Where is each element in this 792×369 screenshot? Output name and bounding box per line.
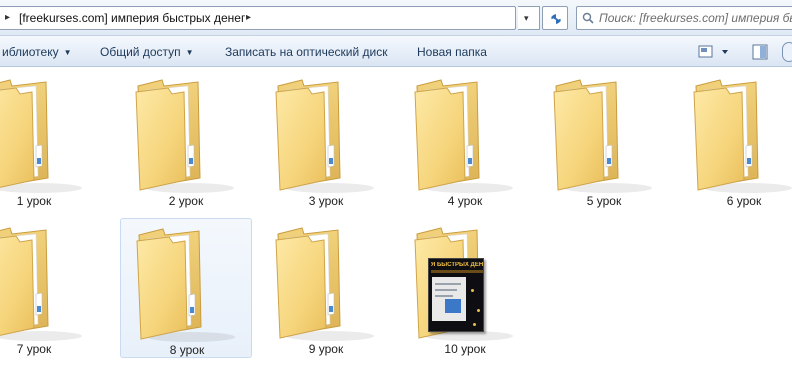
folder-icon: [0, 79, 82, 193]
view-options-button[interactable]: [698, 43, 734, 61]
refresh-button[interactable]: [542, 6, 568, 30]
thumbnail-line: [435, 289, 457, 291]
folder-icon: [136, 228, 235, 342]
folder-label: 4 урок: [447, 194, 483, 208]
folder-label: 3 урок: [308, 194, 344, 208]
file-list-view: 1 урок 2 урок 3 урок 4 урок 5 урок 6 уро…: [0, 68, 792, 369]
thumbnail-block: [445, 299, 461, 313]
preview-pane-button[interactable]: [750, 42, 770, 62]
breadcrumb-lead-arrow-icon[interactable]: ▸: [5, 12, 10, 23]
view-options-icon: [698, 45, 728, 58]
folder-label: 6 урок: [726, 194, 762, 208]
share-with-button[interactable]: Общий доступ ▼: [100, 45, 194, 59]
folder-label: 7 урок: [16, 342, 52, 356]
burn-to-disc-button[interactable]: Записать на оптический диск: [225, 45, 388, 59]
new-folder-button[interactable]: Новая папка: [417, 45, 487, 59]
folder-label: 9 урок: [308, 342, 344, 356]
chevron-down-icon: ▾: [524, 13, 529, 23]
preview-pane-icon: [752, 44, 768, 60]
thumbnail-bar: [431, 270, 483, 273]
thumbnail-preview-image: Я БЫСТРЫХ ДЕНЕ: [428, 258, 484, 332]
thumbnail-line: [435, 283, 461, 285]
search-icon: [582, 12, 594, 27]
folder-item[interactable]: 2 урок: [120, 70, 252, 210]
thumbnail-title: Я БЫСТРЫХ ДЕНЕ: [431, 262, 483, 268]
folder-item[interactable]: 5 урок: [538, 70, 670, 210]
folder-icon: [275, 79, 374, 193]
breadcrumb-path[interactable]: [freekurses.com] империя быстрых денег: [19, 11, 245, 25]
folder-item[interactable]: 3 урок: [260, 70, 392, 210]
thumbnail-dot: [471, 289, 474, 292]
command-toolbar: иблиотеку ▼ Общий доступ ▼ Записать на опт…: [0, 36, 792, 67]
folder-label: 10 урок: [444, 342, 486, 356]
add-to-library-label: иблиотеку: [2, 45, 59, 59]
add-to-library-button[interactable]: иблиотеку ▼: [2, 45, 72, 59]
help-button[interactable]: [782, 42, 792, 62]
address-history-dropdown[interactable]: ▾: [518, 6, 540, 30]
folder-icon: [553, 79, 652, 193]
breadcrumb-trail-arrow-icon[interactable]: ▸: [246, 12, 251, 23]
thumbnail-dot: [473, 323, 476, 326]
chevron-down-icon: ▼: [63, 48, 72, 57]
folder-item[interactable]: 8 урок: [120, 218, 252, 358]
folder-label: 1 урок: [16, 194, 52, 208]
folder-icon: [275, 227, 374, 341]
address-bar[interactable]: ▸ [freekurses.com] империя быстрых денег…: [0, 6, 516, 30]
search-input[interactable]: [599, 9, 792, 27]
share-with-label: Общий доступ: [100, 45, 181, 59]
thumbnail-line: [435, 295, 453, 297]
folder-icon: [0, 227, 82, 341]
folder-item[interactable]: 4 урок: [399, 70, 531, 210]
thumbnail-dot: [477, 309, 480, 312]
folder-item[interactable]: 9 урок: [260, 218, 392, 358]
folder-icon: [414, 79, 513, 193]
chevron-down-icon: ▼: [185, 48, 194, 57]
address-row: ▸ [freekurses.com] империя быстрых денег…: [0, 0, 792, 36]
refresh-icon: [551, 14, 561, 24]
folder-label: 2 урок: [168, 194, 204, 208]
folder-item[interactable]: 6 урок: [678, 70, 792, 210]
folder-label: 5 урок: [586, 194, 622, 208]
burn-to-disc-label: Записать на оптический диск: [225, 45, 388, 59]
search-box[interactable]: [576, 6, 792, 30]
folder-icon: [135, 79, 234, 193]
folder-item[interactable]: Я БЫСТРЫХ ДЕНЕ 10 урок: [399, 218, 531, 358]
folder-item[interactable]: 7 урок: [0, 218, 100, 358]
new-folder-label: Новая папка: [417, 45, 487, 59]
folder-label: 8 урок: [169, 343, 205, 357]
folder-icon: [693, 79, 792, 193]
folder-item[interactable]: 1 урок: [0, 70, 100, 210]
